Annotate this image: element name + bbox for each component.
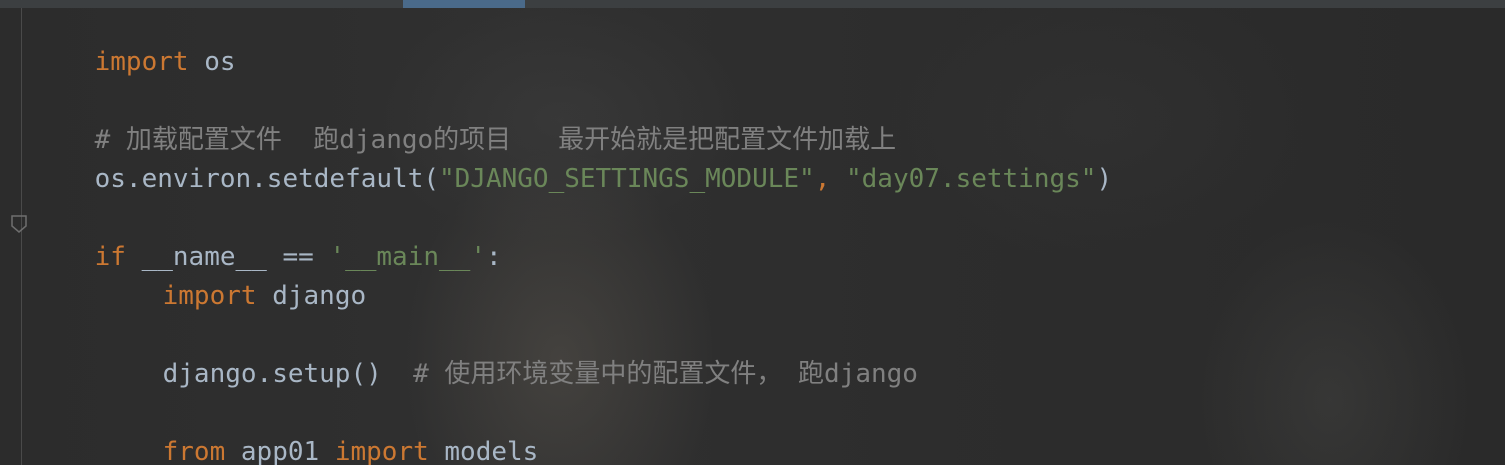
keyword-import: import (334, 437, 429, 465)
comment: # 使用环境变量中的配置文件， 跑django (413, 359, 918, 389)
keyword-from: from (162, 437, 226, 465)
imported-name: models (428, 437, 539, 465)
code-line-11[interactable]: from app01 import models (100, 401, 539, 465)
code-line-7[interactable]: import django (100, 245, 367, 311)
code-line-4[interactable]: os.environ.setdefault("DJANGO_SETTINGS_M… (32, 128, 1112, 194)
gutter-divider (21, 8, 22, 465)
comma: , (814, 164, 846, 194)
code-line-3[interactable]: # 加载配置文件 跑django的项目 最开始就是把配置文件加载上 (32, 89, 897, 155)
string-literal: "day07.settings" (846, 164, 1097, 194)
keyword-import: import (94, 47, 189, 77)
fold-marker-icon[interactable] (10, 214, 28, 234)
code-line-1[interactable]: import os (32, 11, 236, 77)
keyword-import: import (162, 281, 257, 311)
code-line-6[interactable]: if __name__ == '__main__': (32, 206, 502, 272)
editor-tab-strip (0, 0, 1505, 8)
string-literal: "DJANGO_SETTINGS_MODULE" (439, 164, 815, 194)
code-line-9[interactable]: django.setup() # 使用环境变量中的配置文件， 跑django (100, 323, 918, 389)
code-editor[interactable]: import os # 加载配置文件 跑django的项目 最开始就是把配置文件… (0, 0, 1505, 465)
close-paren: ) (1096, 164, 1113, 194)
module-name: app01 (225, 437, 335, 465)
module-name: django (256, 281, 367, 311)
function-call: django.setup() (162, 359, 414, 389)
function-call: os.environ.setdefault( (94, 164, 439, 194)
colon: : (485, 242, 502, 272)
active-tab-indicator[interactable] (403, 0, 525, 8)
module-name: os (188, 47, 236, 77)
